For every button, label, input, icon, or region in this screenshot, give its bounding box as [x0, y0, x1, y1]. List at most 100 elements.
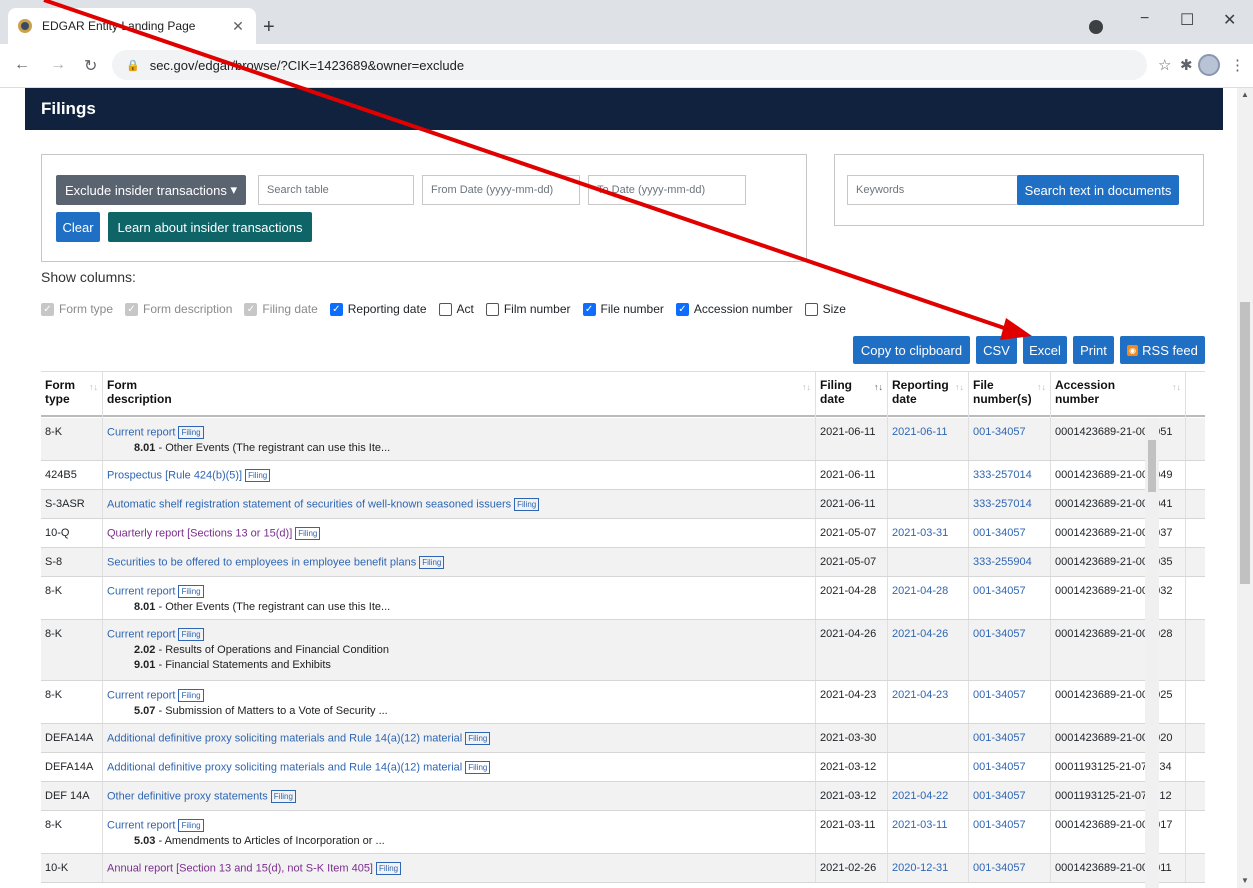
search-table-input[interactable]: Search table [258, 175, 414, 205]
checkbox-icon[interactable]: ✓ [244, 302, 258, 316]
reporting-date[interactable]: 2021-03-11 [892, 819, 947, 831]
file-number[interactable]: 001-34057 [973, 426, 1026, 438]
reporting-date[interactable]: 2021-04-23 [892, 689, 948, 701]
file-number[interactable]: 001-34057 [973, 761, 1026, 773]
checkbox-icon[interactable] [438, 302, 452, 316]
header-form-type[interactable]: Form type ↑↓ [41, 372, 103, 418]
reporting-date[interactable]: 2021-04-28 [892, 585, 948, 597]
column-toggle[interactable]: ✓ Reporting date [329, 302, 427, 316]
file-number[interactable]: 001-34057 [973, 527, 1026, 539]
form-description-link[interactable]: Current report [107, 689, 175, 701]
checkbox-icon[interactable] [804, 302, 818, 316]
file-number[interactable]: 001-34057 [973, 790, 1026, 802]
to-date-input[interactable]: To Date (yyyy-mm-dd) [588, 175, 746, 205]
form-description-link[interactable]: Current report [107, 426, 175, 438]
form-description-link[interactable]: Additional definitive proxy soliciting m… [107, 761, 462, 773]
file-number[interactable]: 333-257014 [973, 469, 1032, 481]
scroll-up-icon[interactable]: ▲ [1241, 90, 1249, 99]
header-accession-number[interactable]: Accession number ↑↓ [1051, 372, 1186, 418]
column-toggle[interactable]: Act [438, 302, 474, 316]
filing-tag[interactable]: Filing [376, 862, 402, 875]
filing-tag[interactable]: Filing [178, 426, 204, 439]
form-description-link[interactable]: Securities to be offered to employees in… [107, 556, 416, 568]
reporting-date[interactable]: 2021-04-26 [892, 628, 948, 640]
new-tab-icon[interactable]: + [263, 16, 275, 39]
file-number[interactable]: 001-34057 [973, 628, 1026, 640]
file-number[interactable]: 333-255904 [973, 556, 1032, 568]
reporting-date[interactable]: 2021-03-31 [892, 527, 948, 539]
excel-button[interactable]: Excel [1023, 336, 1067, 364]
search-documents-button[interactable]: Search text in documents [1017, 175, 1179, 205]
header-reporting-date[interactable]: Reporting date ↑↓ [888, 372, 969, 418]
column-toggle[interactable]: Film number [485, 302, 571, 316]
reporting-date[interactable]: 2020-12-31 [892, 862, 948, 874]
checkbox-icon[interactable]: ✓ [125, 302, 139, 316]
filing-tag[interactable]: Filing [295, 527, 321, 540]
extensions-icon[interactable]: ✱ [1180, 56, 1193, 74]
scroll-down-icon[interactable]: ▼ [1241, 876, 1249, 885]
print-button[interactable]: Print [1073, 336, 1114, 364]
form-description-link[interactable]: Current report [107, 628, 175, 640]
filing-tag[interactable]: Filing [514, 498, 540, 511]
copy-clipboard-button[interactable]: Copy to clipboard [853, 336, 970, 364]
file-number[interactable]: 001-34057 [973, 732, 1026, 744]
profile-avatar[interactable] [1198, 54, 1220, 76]
bookmark-star-icon[interactable]: ☆ [1158, 56, 1171, 74]
filing-tag[interactable]: Filing [419, 556, 445, 569]
filing-tag[interactable]: Filing [178, 628, 204, 641]
column-toggle[interactable]: Size [804, 302, 846, 316]
address-bar[interactable]: 🔒 sec.gov/edgar/browse/?CIK=1423689&owne… [112, 50, 1147, 80]
csv-button[interactable]: CSV [976, 336, 1017, 364]
reload-icon[interactable]: ↻ [84, 56, 97, 76]
form-description-link[interactable]: Prospectus [Rule 424(b)(5)] [107, 469, 242, 481]
file-number[interactable]: 333-257014 [973, 498, 1032, 510]
file-number[interactable]: 001-34057 [973, 689, 1026, 701]
header-form-description[interactable]: Form description ↑↓ [103, 372, 816, 418]
file-number[interactable]: 001-34057 [973, 585, 1026, 597]
filing-tag[interactable]: Filing [270, 790, 296, 803]
page-scrollbar[interactable]: ▲ ▼ [1237, 88, 1253, 888]
forward-icon[interactable]: → [50, 56, 66, 74]
table-scrollbar[interactable] [1145, 418, 1159, 888]
form-description-link[interactable]: Other definitive proxy statements [107, 790, 268, 802]
form-description-link[interactable]: Annual report [Section 13 and 15(d), not… [107, 862, 373, 874]
learn-insider-button[interactable]: Learn about insider transactions [108, 212, 312, 242]
reporting-date[interactable]: 2021-04-22 [892, 790, 948, 802]
header-filing-date[interactable]: Filing date ↑↓ [816, 372, 888, 418]
filing-tag[interactable]: Filing [178, 585, 204, 598]
form-description-link[interactable]: Quarterly report [Sections 13 or 15(d)] [107, 527, 292, 539]
filing-tag[interactable]: Filing [245, 469, 271, 482]
file-number[interactable]: 001-34057 [973, 819, 1026, 831]
checkbox-icon[interactable]: ✓ [41, 302, 54, 316]
from-date-input[interactable]: From Date (yyyy-mm-dd) [422, 175, 580, 205]
filing-tag[interactable]: Filing [178, 819, 204, 832]
filing-tag[interactable]: Filing [465, 761, 491, 774]
insider-dropdown[interactable]: Exclude insider transactions ▾ [56, 175, 246, 205]
page-scrollbar-thumb[interactable] [1240, 302, 1250, 584]
header-file-number[interactable]: File number(s) ↑↓ [969, 372, 1051, 418]
browser-tab[interactable]: EDGAR Entity Landing Page ✕ [8, 8, 256, 44]
form-description-link[interactable]: Automatic shelf registration statement o… [107, 498, 511, 510]
minimize-icon[interactable]: − [1140, 10, 1149, 28]
column-toggle[interactable]: ✓ Accession number [675, 302, 793, 316]
checkbox-icon[interactable]: ✓ [582, 302, 596, 316]
table-scrollbar-thumb[interactable] [1148, 440, 1156, 492]
window-close-icon[interactable]: ✕ [1223, 10, 1236, 30]
checkbox-icon[interactable]: ✓ [675, 302, 689, 316]
clear-button[interactable]: Clear [56, 212, 100, 242]
file-number[interactable]: 001-34057 [973, 862, 1026, 874]
checkbox-icon[interactable]: ✓ [329, 302, 343, 316]
menu-icon[interactable]: ⋮ [1230, 56, 1245, 74]
media-indicator-icon[interactable] [1089, 20, 1103, 34]
form-description-link[interactable]: Additional definitive proxy soliciting m… [107, 732, 462, 744]
maximize-icon[interactable]: ☐ [1180, 10, 1194, 30]
back-icon[interactable]: ← [14, 56, 30, 74]
form-description-link[interactable]: Current report [107, 585, 175, 597]
rss-feed-button[interactable]: ◉ RSS feed [1120, 336, 1205, 364]
filing-tag[interactable]: Filing [465, 732, 491, 745]
form-description-link[interactable]: Current report [107, 819, 175, 831]
keywords-input[interactable]: Keywords [847, 175, 1019, 205]
column-toggle[interactable]: ✓ File number [582, 302, 664, 316]
close-tab-icon[interactable]: ✕ [230, 18, 246, 35]
checkbox-icon[interactable] [485, 302, 499, 316]
